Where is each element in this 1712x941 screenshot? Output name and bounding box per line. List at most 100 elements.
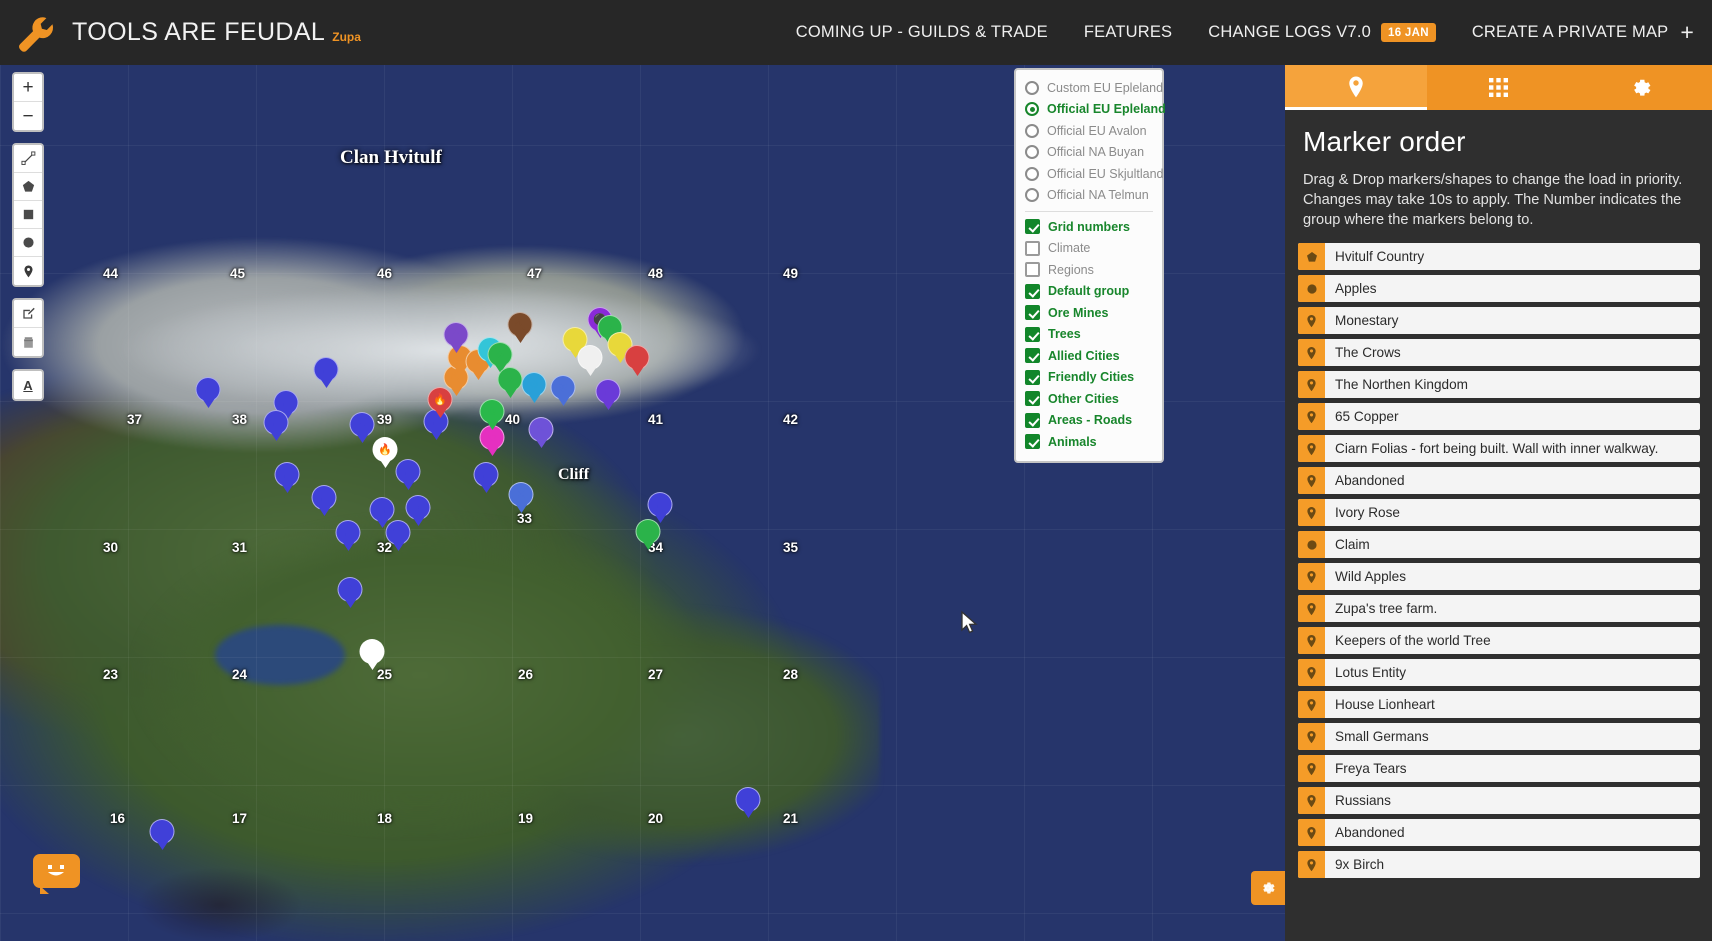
map-marker[interactable]: ⚑ [313, 357, 339, 390]
map-marker[interactable]: 🔥 [372, 437, 398, 470]
map-marker[interactable]: ⚑ [473, 462, 499, 495]
map-marker[interactable]: ⚑ [149, 819, 175, 852]
server-option-5[interactable]: Official NA Telmun [1025, 185, 1153, 207]
server-option-3[interactable]: Official NA Buyan [1025, 142, 1153, 164]
pin-icon[interactable] [1298, 339, 1325, 366]
map-marker[interactable]: ⚑ [595, 379, 621, 412]
overlay-option-6[interactable]: Allied Cities [1025, 345, 1153, 367]
pin-icon[interactable] [1298, 723, 1325, 750]
tab-settings[interactable] [1570, 65, 1712, 110]
checkbox-icon[interactable] [1025, 283, 1040, 299]
pin-icon[interactable] [1298, 563, 1325, 590]
marker-list-item[interactable]: Apples [1298, 275, 1700, 302]
marker-list-item[interactable]: Ciarn Folias - fort being built. Wall wi… [1298, 435, 1700, 462]
marker-list-item[interactable]: Ivory Rose [1298, 499, 1700, 526]
marker-list-item[interactable]: House Lionheart [1298, 691, 1700, 718]
map-marker[interactable]: ✽ [550, 375, 576, 408]
radio-icon[interactable] [1025, 166, 1039, 181]
map-marker[interactable]: ⚑ [263, 410, 289, 443]
checkbox-icon[interactable] [1025, 348, 1040, 364]
circle-icon[interactable] [1298, 275, 1325, 302]
map-marker[interactable]: ⚙ [521, 372, 547, 405]
pin-icon[interactable] [1298, 691, 1325, 718]
nav-coming-up[interactable]: COMING UP - GUILDS & TRADE [778, 0, 1066, 65]
text-label-icon[interactable]: A [14, 371, 42, 399]
marker-list-item[interactable]: Wild Apples [1298, 563, 1700, 590]
map-marker[interactable]: ✿ [349, 412, 375, 445]
overlay-option-1[interactable]: Climate [1025, 238, 1153, 260]
map-marker[interactable]: ⚑ [647, 492, 673, 525]
zoom-in-button[interactable]: + [14, 74, 42, 102]
checkbox-icon[interactable] [1025, 305, 1040, 321]
marker-list-item[interactable]: The Crows [1298, 339, 1700, 366]
draw-circle-icon[interactable] [14, 229, 42, 257]
overlay-option-5[interactable]: Trees [1025, 324, 1153, 346]
overlay-option-2[interactable]: Regions [1025, 259, 1153, 281]
marker-list-item[interactable]: 9x Birch [1298, 851, 1700, 878]
checkbox-icon[interactable] [1025, 326, 1040, 342]
edit-layers-icon[interactable] [14, 300, 42, 328]
pin-icon[interactable] [1298, 403, 1325, 430]
marker-list-item[interactable]: Russians [1298, 787, 1700, 814]
checkbox-icon[interactable] [1025, 369, 1040, 385]
overlay-option-4[interactable]: Ore Mines [1025, 302, 1153, 324]
overlay-option-9[interactable]: Areas - Roads [1025, 410, 1153, 432]
feedback-button[interactable] [33, 854, 80, 894]
map-settings-button[interactable] [1251, 871, 1285, 905]
server-option-0[interactable]: Custom EU Epleland [1025, 77, 1163, 99]
marker-list-item[interactable]: Abandoned [1298, 819, 1700, 846]
checkbox-icon[interactable] [1025, 412, 1040, 428]
draw-polyline-icon[interactable] [14, 145, 42, 173]
checkbox-icon[interactable] [1025, 240, 1040, 256]
map-marker[interactable]: ⚑ [311, 485, 337, 518]
server-option-4[interactable]: Official EU Skjultland [1025, 163, 1164, 185]
map-marker[interactable]: ⛰ [443, 322, 469, 355]
map-marker[interactable]: ⚑ [624, 345, 650, 378]
marker-list-item[interactable]: Hvitulf Country [1298, 243, 1700, 270]
radio-icon[interactable] [1025, 80, 1039, 95]
server-option-1[interactable]: Official EU Epleland [1025, 99, 1166, 121]
zoom-out-button[interactable]: − [14, 102, 42, 130]
marker-list-item[interactable]: Keepers of the world Tree [1298, 627, 1700, 654]
delete-layers-icon[interactable] [14, 328, 42, 356]
map-marker[interactable]: ☸ [577, 345, 603, 378]
pin-icon[interactable] [1298, 435, 1325, 462]
marker-list-item[interactable]: Claim [1298, 531, 1700, 558]
map-viewport[interactable]: 44 45 46 47 48 49 37 38 39 40 41 42 30 31 32 33 34 35 23 24… [0, 65, 1285, 941]
marker-list-item[interactable]: 65 Copper [1298, 403, 1700, 430]
checkbox-icon[interactable] [1025, 434, 1040, 450]
overlay-option-3[interactable]: Default group [1025, 281, 1153, 303]
map-marker[interactable]: ✿ [479, 399, 505, 432]
radio-icon[interactable] [1025, 123, 1039, 138]
marker-list-item[interactable]: Small Germans [1298, 723, 1700, 750]
pin-icon[interactable] [1298, 371, 1325, 398]
tab-markers[interactable] [1285, 65, 1428, 110]
draw-marker-icon[interactable] [14, 257, 42, 285]
pin-icon[interactable] [1298, 851, 1325, 878]
overlay-option-0[interactable]: Grid numbers [1025, 216, 1153, 238]
nav-features[interactable]: FEATURES [1066, 0, 1190, 65]
pin-icon[interactable] [1298, 755, 1325, 782]
map-marker[interactable]: ⛏ [507, 312, 533, 345]
marker-list-item[interactable]: Monestary [1298, 307, 1700, 334]
map-marker[interactable]: ✦ [359, 639, 385, 672]
nav-change-logs[interactable]: CHANGE LOGS V7.0 16 JAN [1190, 0, 1454, 65]
marker-list-item[interactable]: The Northen Kingdom [1298, 371, 1700, 398]
map-marker[interactable]: ⚑ [735, 787, 761, 820]
pin-icon[interactable] [1298, 627, 1325, 654]
marker-list-item[interactable]: Freya Tears [1298, 755, 1700, 782]
map-marker[interactable]: ⚔ [508, 482, 534, 515]
draw-polygon-icon[interactable] [14, 173, 42, 201]
map-marker[interactable]: ⚑ [274, 462, 300, 495]
circle-icon[interactable] [1298, 531, 1325, 558]
overlay-option-8[interactable]: Other Cities [1025, 388, 1153, 410]
brand-logo[interactable]: TOOLS ARE FEUDAL Zupa [0, 12, 361, 54]
pin-icon[interactable] [1298, 787, 1325, 814]
pin-icon[interactable] [1298, 467, 1325, 494]
radio-icon[interactable] [1025, 102, 1039, 117]
radio-icon[interactable] [1025, 188, 1039, 203]
map-marker[interactable]: ⚘ [337, 577, 363, 610]
overlay-option-10[interactable]: Animals [1025, 431, 1153, 453]
polygon-icon[interactable] [1298, 243, 1325, 270]
marker-order-list[interactable]: Hvitulf Country Apples Monestary The Crows T… [1285, 243, 1712, 941]
